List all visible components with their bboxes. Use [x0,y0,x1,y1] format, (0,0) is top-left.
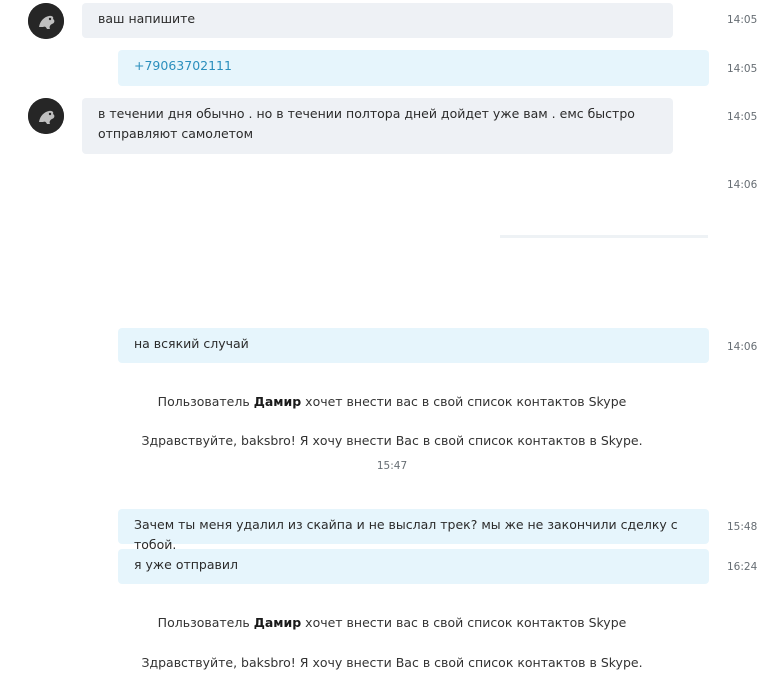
message-bubble-outgoing: я уже отправил [118,549,709,584]
contact-request-greeting: Здравствуйте, baksbro! Я хочу внести Вас… [141,655,643,670]
message-text: на всякий случай [134,336,249,351]
user-avatar-icon [28,3,64,39]
user-avatar-icon [28,98,64,134]
message-text: Зачем ты меня удалил из скайпа и не высл… [134,517,678,552]
contact-avatar[interactable] [28,3,64,39]
notice-suffix: хочет внести вас в свой список контактов… [301,615,627,630]
notice-timestamp: 15:47 [376,460,408,472]
message-placeholder-line [500,235,708,238]
message-timestamp: 14:06 [727,341,758,353]
notice-prefix: Пользователь [157,394,254,409]
message-text: ваш напишите [98,11,196,26]
message-timestamp: 15:48 [727,521,758,533]
message-text: я уже отправил [134,557,238,572]
message-bubble-incoming: ваш напишите [82,3,673,38]
requester-name[interactable]: Дамир [254,615,302,630]
contact-avatar[interactable] [28,98,64,134]
phone-number-link[interactable]: +79063702111 [134,58,232,73]
message-bubble-outgoing: Зачем ты меня удалил из скайпа и не высл… [118,509,709,552]
notice-suffix: хочет внести вас в свой список контактов… [301,394,627,409]
message-timestamp: 14:05 [727,63,758,75]
contact-request-notice: Пользователь Дамир хочет внести вас в св… [0,394,784,409]
contact-request-greeting: Здравствуйте, baksbro! Я хочу внести Вас… [141,433,643,448]
message-bubble-incoming: в течении дня обычно . но в течении полт… [82,98,673,154]
message-timestamp: 14:06 [727,179,758,191]
message-bubble-outgoing: на всякий случай [118,328,709,363]
contact-request-notice: Пользователь Дамир хочет внести вас в св… [0,615,784,630]
message-text: в течении дня обычно . но в течении полт… [98,106,635,141]
message-timestamp: 16:24 [727,561,758,573]
message-bubble-outgoing: +79063702111 [118,50,709,86]
requester-name[interactable]: Дамир [254,394,302,409]
message-timestamp: 14:05 [727,14,758,26]
message-timestamp: 14:05 [727,111,758,123]
notice-prefix: Пользователь [157,615,254,630]
